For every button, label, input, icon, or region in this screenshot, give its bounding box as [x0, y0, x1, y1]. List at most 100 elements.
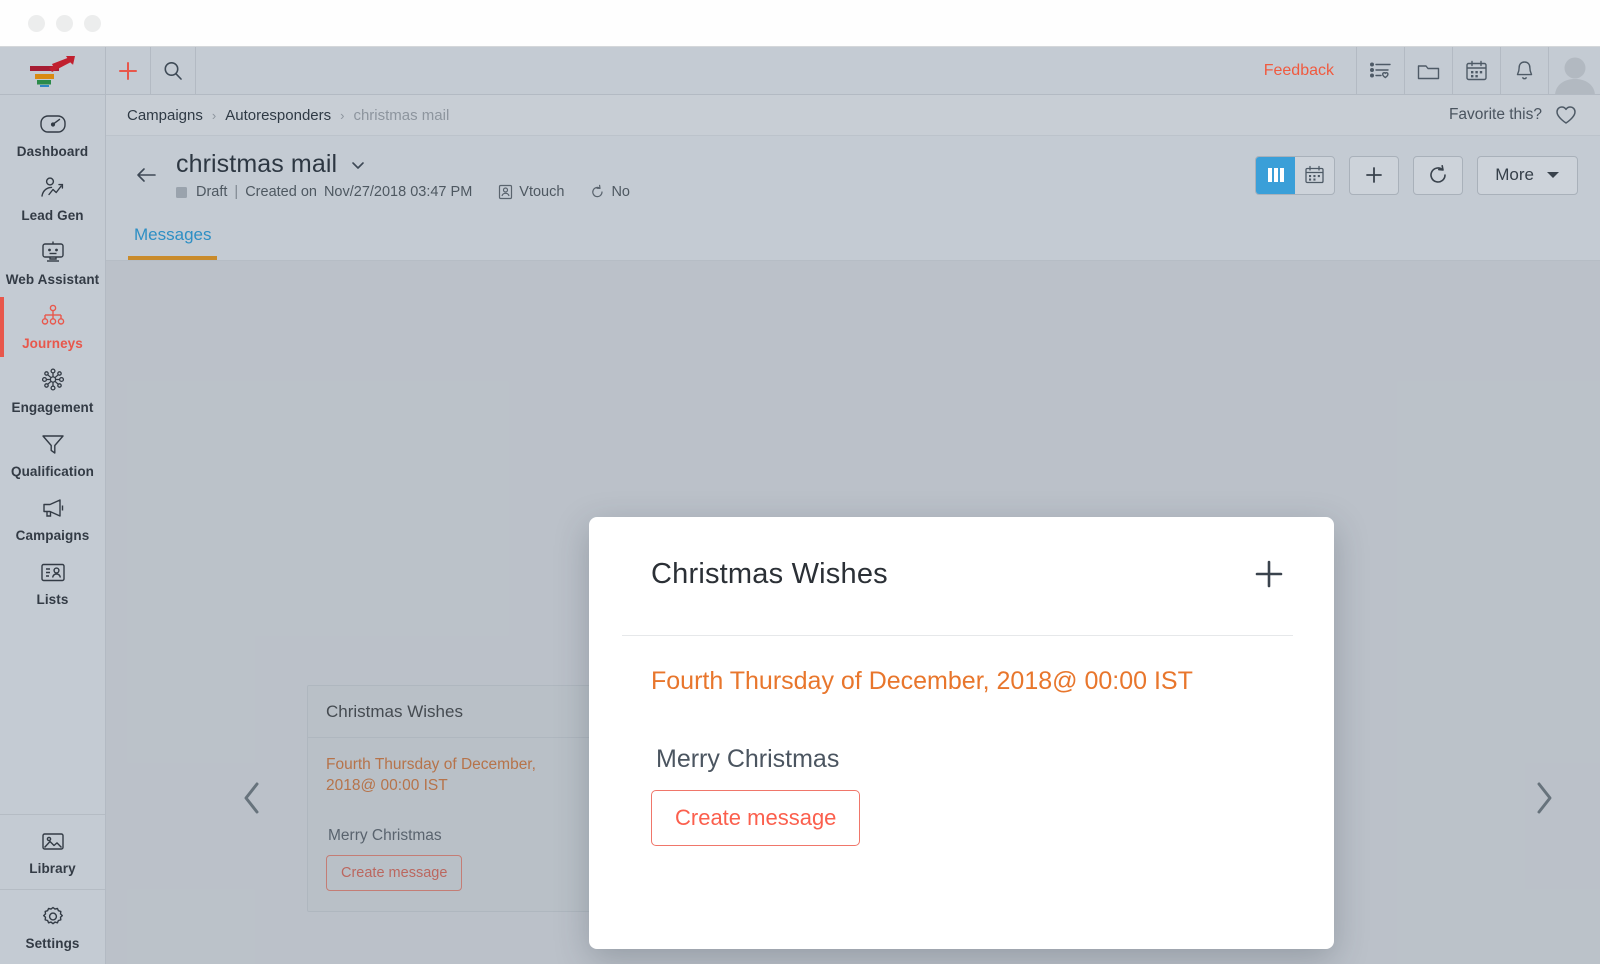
modal-add-button[interactable] — [1252, 557, 1286, 591]
breadcrumb-item-current: christmas mail — [353, 106, 450, 124]
created-prefix: Created on — [245, 184, 317, 200]
add-message-button[interactable] — [1349, 155, 1400, 195]
folder-icon — [1417, 64, 1440, 79]
modal-message: Merry Christmas — [656, 744, 840, 773]
folder-button[interactable] — [1404, 47, 1452, 94]
page-header: christmas mail Draft | Created on Nov/27… — [106, 136, 1600, 214]
gear-icon — [2, 904, 103, 931]
sidebar-nav-secondary: Library Settings — [0, 814, 105, 964]
meta-separator: | — [234, 184, 239, 200]
modal-schedule: Fourth Thursday of December, 2018@ 00:00… — [651, 667, 1193, 695]
plus-icon — [1366, 167, 1383, 183]
view-mode-calendar[interactable] — [1295, 157, 1334, 194]
user-avatar[interactable] — [1548, 47, 1600, 94]
tab-bar: Messages — [106, 214, 1600, 261]
sidebar-item-label: Settings — [25, 936, 80, 951]
sidebar-item-label: Journeys — [22, 336, 83, 351]
sidebar-item-journeys[interactable]: Journeys — [0, 295, 105, 359]
sidebar-item-label: Library — [29, 861, 76, 876]
sidebar-item-qualification[interactable]: Qualification — [0, 423, 105, 487]
window-close-button[interactable] — [28, 14, 45, 32]
page-title: christmas mail — [176, 150, 338, 178]
window-title-bar — [0, 0, 1600, 47]
more-label: More — [1495, 165, 1534, 184]
breadcrumb-bar: Campaigns › Autoresponders › christmas m… — [106, 95, 1600, 136]
network-node-icon — [2, 368, 103, 395]
app-shell: Dashboard Lead Gen Web Assistant Journey… — [0, 47, 1600, 964]
sidebar-item-library[interactable]: Library — [0, 814, 105, 889]
modal-body: Fourth Thursday of December, 2018@ 00:00… — [589, 636, 1334, 846]
columns-view-icon — [1267, 168, 1284, 182]
refresh-icon — [1430, 165, 1447, 183]
primary-sidebar: Dashboard Lead Gen Web Assistant Journey… — [0, 47, 106, 964]
calendar-icon — [1466, 60, 1487, 80]
journey-canvas: Christmas Wishes Fourth Thursday of Dece… — [106, 261, 1600, 964]
back-button[interactable] — [124, 163, 170, 187]
megaphone-icon — [2, 496, 103, 523]
page-header-actions: More — [1255, 155, 1578, 195]
status-badge — [176, 186, 187, 198]
page-title-row: christmas mail — [176, 150, 630, 179]
bell-icon — [1516, 60, 1533, 79]
sidebar-item-campaigns[interactable]: Campaigns — [0, 487, 105, 551]
repeat-label: No — [611, 184, 630, 200]
modal-title: Christmas Wishes — [651, 557, 888, 590]
sidebar-item-dashboard[interactable]: Dashboard — [0, 103, 105, 167]
chevron-down-icon[interactable] — [349, 156, 367, 174]
notifications-button[interactable] — [1500, 47, 1548, 94]
window-minimize-button[interactable] — [56, 14, 73, 32]
sidebar-item-label: Web Assistant — [5, 272, 100, 287]
gauge-icon — [2, 112, 103, 139]
global-add-button[interactable] — [106, 47, 151, 94]
refresh-button[interactable] — [1413, 155, 1464, 195]
sidebar-item-lead-gen[interactable]: Lead Gen — [0, 167, 105, 231]
sidebar-nav-primary: Dashboard Lead Gen Web Assistant Journey… — [0, 95, 105, 715]
app-logo[interactable] — [0, 47, 105, 95]
breadcrumb-item-autoresponders[interactable]: Autoresponders — [225, 107, 331, 124]
sidebar-item-web-assistant[interactable]: Web Assistant — [0, 231, 105, 295]
tab-label: Messages — [134, 225, 212, 244]
favorite-toggle[interactable]: Favorite this? — [1449, 104, 1578, 126]
modal-header: Christmas Wishes — [589, 517, 1334, 591]
breadcrumb-separator: › — [340, 107, 345, 123]
page-title-block: christmas mail Draft | Created on Nov/27… — [170, 150, 630, 200]
calendar-button[interactable] — [1452, 47, 1500, 94]
plus-icon — [1255, 560, 1283, 588]
global-toolbar: Feedback — [106, 47, 1600, 95]
status-label: Draft — [196, 184, 228, 200]
funnel-arrow-logo-icon — [29, 55, 75, 87]
contact-card-icon — [2, 560, 103, 587]
owner-chip: Vtouch — [498, 184, 564, 200]
person-trend-icon — [2, 176, 103, 203]
window-zoom-button[interactable] — [84, 14, 101, 32]
plus-icon — [119, 61, 137, 80]
breadcrumb: Campaigns › Autoresponders › christmas m… — [127, 107, 449, 124]
feedback-button[interactable]: Feedback — [1242, 47, 1356, 94]
avatar-silhouette-icon — [1554, 57, 1595, 94]
modal-create-message-button[interactable]: Create message — [651, 789, 861, 846]
image-icon — [2, 829, 103, 856]
more-menu-button[interactable]: More — [1477, 155, 1578, 195]
caret-down-icon — [1547, 172, 1559, 178]
sidebar-item-label: Engagement — [11, 400, 94, 415]
view-mode-toggle — [1255, 155, 1336, 195]
contact-icon — [499, 184, 513, 200]
feedback-label: Feedback — [1263, 61, 1334, 79]
heart-outline-icon — [1556, 106, 1576, 124]
calendar-view-icon — [1305, 165, 1324, 184]
breadcrumb-separator: › — [211, 107, 217, 123]
breadcrumb-item-campaigns[interactable]: Campaigns — [127, 107, 203, 124]
sidebar-item-label: Lead Gen — [21, 208, 84, 223]
sidebar-item-engagement[interactable]: Engagement — [0, 359, 105, 423]
sidebar-item-label: Qualification — [10, 464, 95, 479]
sidebar-item-settings[interactable]: Settings — [0, 889, 105, 964]
funnel-icon — [2, 432, 103, 459]
tasks-favorite-button[interactable] — [1356, 47, 1404, 94]
sidebar-item-label: Campaigns — [15, 528, 90, 543]
tab-messages[interactable]: Messages — [128, 225, 218, 260]
sidebar-item-lists[interactable]: Lists — [0, 551, 105, 615]
global-search-button[interactable] — [151, 47, 196, 94]
view-mode-columns[interactable] — [1256, 156, 1296, 194]
